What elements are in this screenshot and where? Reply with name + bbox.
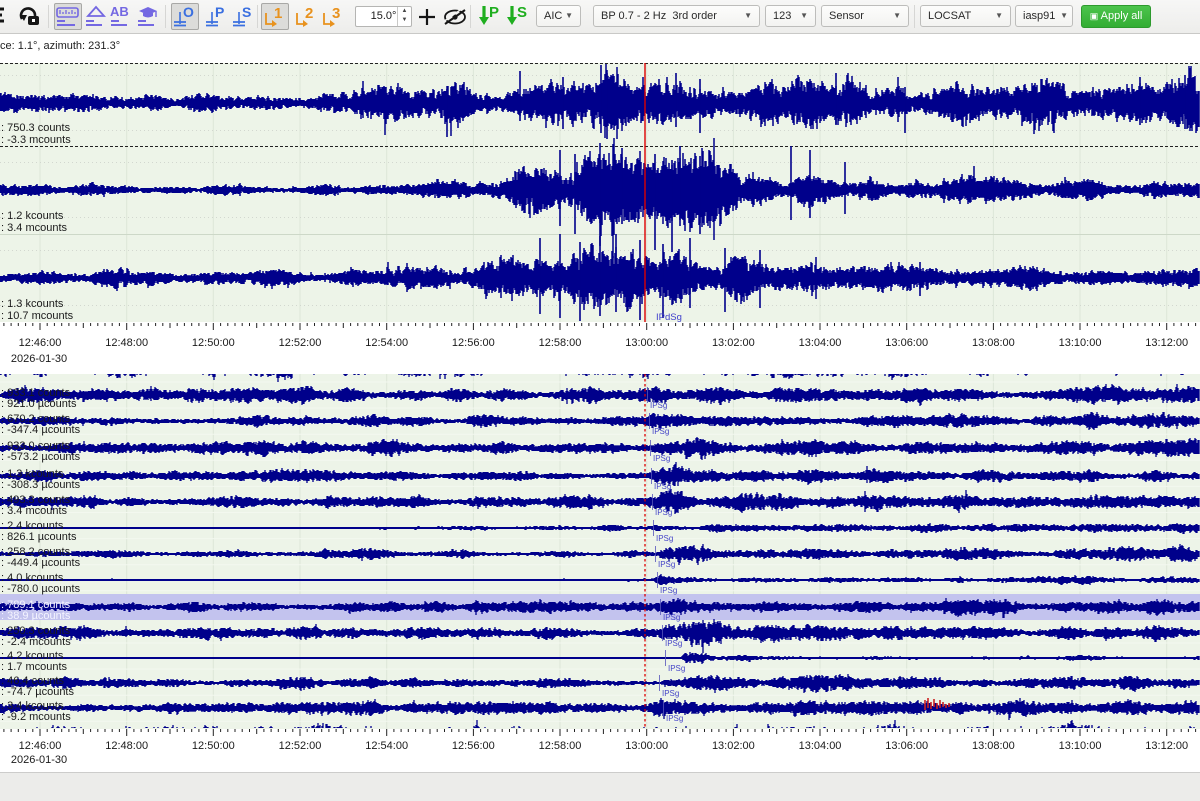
svg-text:3: 3 bbox=[332, 5, 340, 22]
svg-text:12:48:00: 12:48:00 bbox=[105, 337, 148, 349]
svg-text:: -347.4 µcounts: : -347.4 µcounts bbox=[1, 424, 81, 436]
svg-text:13:00:00: 13:00:00 bbox=[625, 337, 668, 349]
svg-text:IPSg: IPSg bbox=[654, 482, 671, 491]
svg-text:13:10:00: 13:10:00 bbox=[1059, 740, 1102, 752]
svg-text:12:48:00: 12:48:00 bbox=[105, 740, 148, 752]
svg-text:: 1.7 mcounts: : 1.7 mcounts bbox=[1, 661, 68, 673]
svg-text:S: S bbox=[242, 4, 251, 20]
svg-text:2026-01-30: 2026-01-30 bbox=[11, 754, 67, 766]
svg-text:13:06:00: 13:06:00 bbox=[885, 337, 928, 349]
svg-text:13:12:00: 13:12:00 bbox=[1145, 337, 1188, 349]
svg-text:: -449.4 µcounts: : -449.4 µcounts bbox=[1, 557, 81, 569]
svg-text:: 38.9 µcounts: : 38.9 µcounts bbox=[1, 610, 71, 622]
svg-text:IPSg: IPSg bbox=[655, 508, 672, 517]
svg-text:12:50:00: 12:50:00 bbox=[192, 337, 235, 349]
svg-text:IPSg: IPSg bbox=[662, 689, 679, 698]
svg-text:: 3.4 mcounts: : 3.4 mcounts bbox=[1, 222, 68, 234]
svg-text:1: 1 bbox=[274, 5, 282, 22]
svg-text:12:54:00: 12:54:00 bbox=[365, 337, 408, 349]
svg-text:O: O bbox=[183, 4, 194, 20]
svg-text:S: S bbox=[517, 4, 527, 21]
svg-text:IPSg: IPSg bbox=[653, 454, 670, 463]
svg-text:: 826.1 µcounts: : 826.1 µcounts bbox=[1, 531, 77, 543]
svg-text:IPSg: IPSg bbox=[663, 613, 680, 622]
svg-text:IPSg: IPSg bbox=[652, 427, 669, 436]
svg-text:12:56:00: 12:56:00 bbox=[452, 337, 495, 349]
svg-text:2026-01-30: 2026-01-30 bbox=[11, 353, 67, 365]
svg-text:: -74.7 µcounts: : -74.7 µcounts bbox=[1, 686, 74, 698]
svg-text:P: P bbox=[215, 4, 224, 20]
svg-text:IPSg: IPSg bbox=[658, 560, 675, 569]
svg-text:13:06:00: 13:06:00 bbox=[885, 740, 928, 752]
svg-text:: -9.2 mcounts: : -9.2 mcounts bbox=[1, 711, 71, 723]
svg-text:12:46:00: 12:46:00 bbox=[19, 740, 62, 752]
svg-text:13:04:00: 13:04:00 bbox=[799, 740, 842, 752]
svg-text:: -3.3 mcounts: : -3.3 mcounts bbox=[1, 134, 71, 146]
svg-text:: 1.3 kcounts: : 1.3 kcounts bbox=[1, 298, 64, 310]
svg-text:13:02:00: 13:02:00 bbox=[712, 740, 755, 752]
svg-text:13:10:00: 13:10:00 bbox=[1059, 337, 1102, 349]
svg-text:13:12:00: 13:12:00 bbox=[1145, 740, 1188, 752]
svg-text:IPSg: IPSg bbox=[666, 714, 683, 723]
svg-text:: -573.2 µcounts: : -573.2 µcounts bbox=[1, 451, 81, 463]
svg-text:AB: AB bbox=[110, 5, 129, 19]
svg-text:13:08:00: 13:08:00 bbox=[972, 740, 1015, 752]
svg-text:IPSg: IPSg bbox=[668, 664, 685, 673]
svg-text:12:58:00: 12:58:00 bbox=[539, 740, 582, 752]
svg-text:13:04:00: 13:04:00 bbox=[799, 337, 842, 349]
svg-text:: -2.4 mcounts: : -2.4 mcounts bbox=[1, 636, 71, 648]
svg-text:IPSg: IPSg bbox=[650, 401, 667, 410]
svg-text:: 10.7 mcounts: : 10.7 mcounts bbox=[1, 310, 74, 322]
svg-text:13:02:00: 13:02:00 bbox=[712, 337, 755, 349]
svg-text:2: 2 bbox=[305, 5, 313, 22]
svg-text:12:54:00: 12:54:00 bbox=[365, 740, 408, 752]
svg-text:12:52:00: 12:52:00 bbox=[279, 337, 322, 349]
svg-text:IPSg: IPSg bbox=[665, 639, 682, 648]
svg-text:P: P bbox=[489, 4, 499, 21]
svg-text:: 750.3 counts: : 750.3 counts bbox=[1, 122, 71, 134]
svg-text:12:50:00: 12:50:00 bbox=[192, 740, 235, 752]
svg-text:12:58:00: 12:58:00 bbox=[539, 337, 582, 349]
svg-text:IPdSg: IPdSg bbox=[656, 312, 682, 322]
svg-text:13:08:00: 13:08:00 bbox=[972, 337, 1015, 349]
svg-text:12:46:00: 12:46:00 bbox=[19, 337, 62, 349]
svg-text:IPSg: IPSg bbox=[656, 534, 673, 543]
svg-text:: -308.3 µcounts: : -308.3 µcounts bbox=[1, 479, 81, 491]
svg-text:IPSg: IPSg bbox=[660, 586, 677, 595]
svg-text:12:56:00: 12:56:00 bbox=[452, 740, 495, 752]
svg-text:13:00:00: 13:00:00 bbox=[625, 740, 668, 752]
svg-text:: 3.4 mcounts: : 3.4 mcounts bbox=[1, 505, 68, 517]
svg-text:12:52:00: 12:52:00 bbox=[279, 740, 322, 752]
svg-text:: 921.0 µcounts: : 921.0 µcounts bbox=[1, 398, 77, 410]
svg-text:: 1.2 kcounts: : 1.2 kcounts bbox=[1, 210, 64, 222]
svg-text:: -780.0 µcounts: : -780.0 µcounts bbox=[1, 583, 81, 595]
